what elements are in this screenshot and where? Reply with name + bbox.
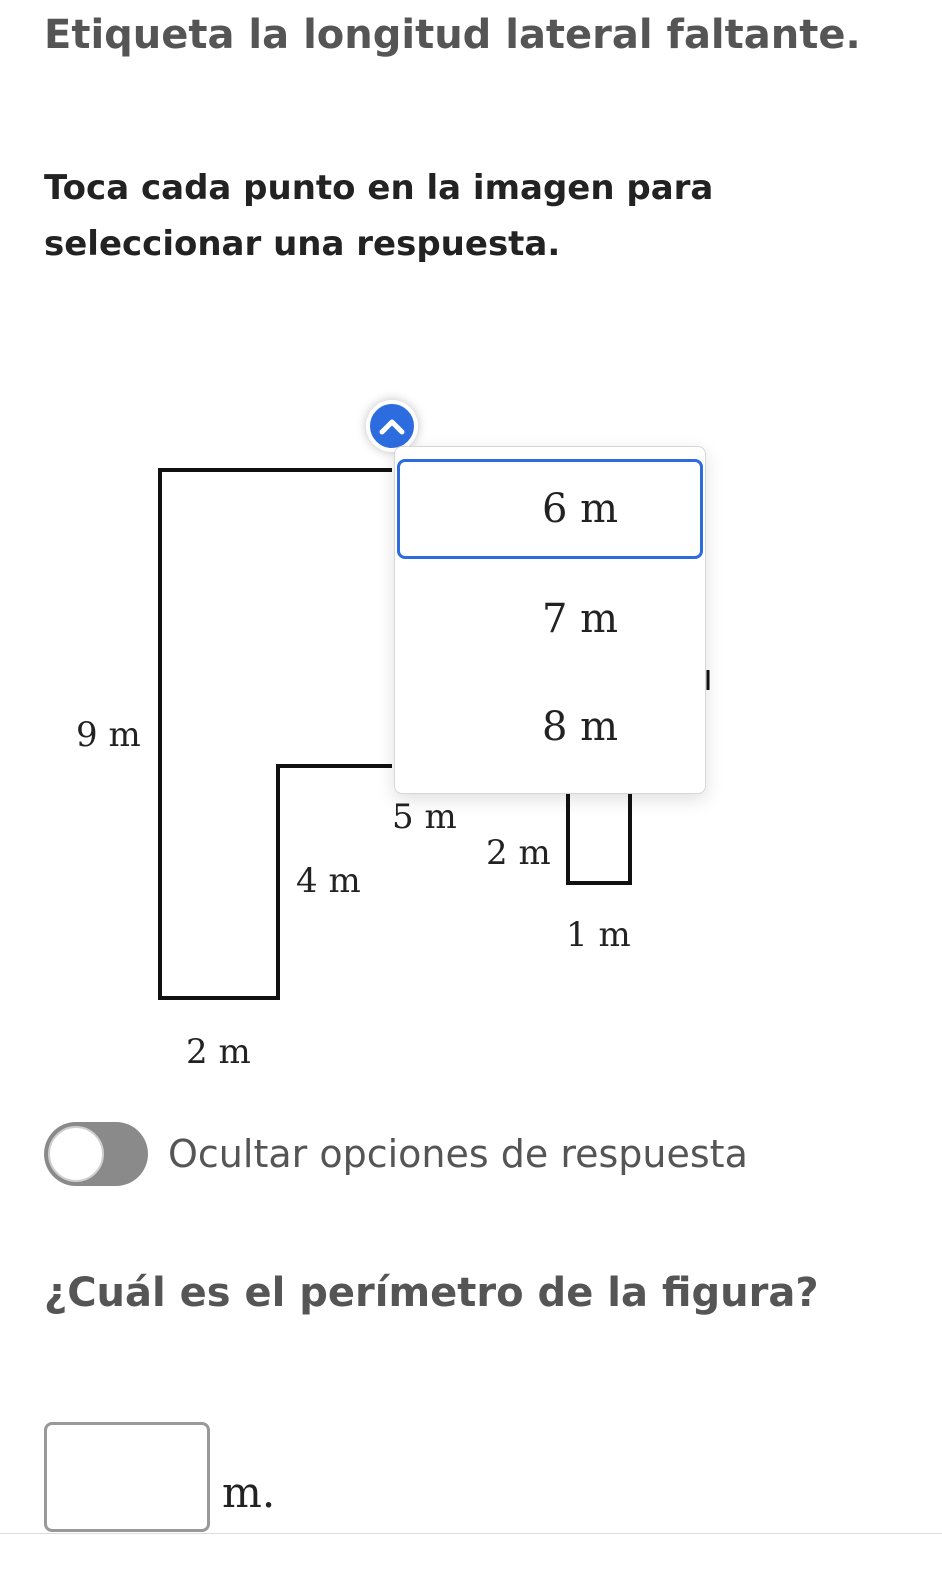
chevron-up-icon [379,419,405,435]
toggle-knob [48,1126,104,1182]
hide-options-label: Ocultar opciones de respuesta [168,1132,748,1176]
shape-left-outline [158,468,392,1000]
answer-dropdown-toggle[interactable] [366,400,418,452]
perimeter-answer-input[interactable] [44,1422,210,1532]
dropdown-option-6m[interactable]: 6 m [397,459,703,559]
hide-options-row: Ocultar opciones de respuesta [44,1122,748,1186]
label-left-side: 9 m [76,715,141,755]
label-inner-top: 5 m [392,797,457,837]
page-title: Etiqueta la longitud lateral faltante. [44,12,861,58]
bottom-divider [0,1533,942,1534]
dropdown-option-8m[interactable]: 8 m [397,677,703,777]
dropdown-option-7m[interactable]: 7 m [397,569,703,669]
label-inner-vertical: 4 m [296,861,361,901]
label-step-bottom: 1 m [566,915,631,955]
instruction-text: Toca cada punto en la imagen para selecc… [44,168,714,264]
shape-step-outline [566,792,632,885]
hide-options-toggle[interactable] [44,1122,148,1186]
question-text: ¿Cuál es el perímetro de la figura? [44,1270,819,1316]
label-step-vertical: 2 m [486,833,551,873]
label-bottom-side: 2 m [186,1032,251,1072]
answer-unit: m. [222,1468,276,1517]
answer-dropdown-menu: 6 m 7 m 8 m [394,446,706,794]
